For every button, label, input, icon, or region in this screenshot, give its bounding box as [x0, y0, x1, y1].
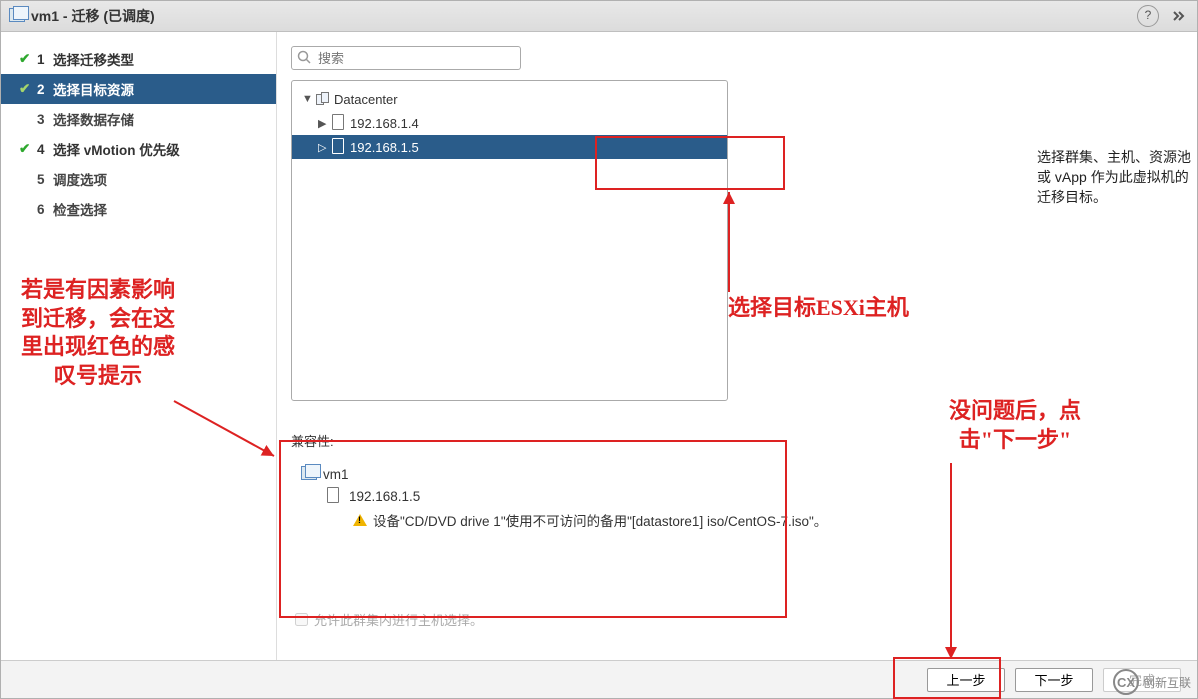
compat-warning-text: 设备"CD/DVD drive 1"使用不可访问的备用"[datastore1]… [373, 510, 827, 530]
compat-vm-name: vm1 [323, 467, 349, 482]
wizard-step-2[interactable]: ✔ 2 选择目标资源 [1, 74, 276, 104]
host-icon [332, 138, 350, 157]
compat-host-name: 192.168.1.5 [349, 489, 420, 504]
search-icon [297, 50, 311, 67]
page-instruction: 选择群集、主机、资源池或 vApp 作为此虚拟机的迁移目标。 [1037, 147, 1197, 207]
wizard-step-4[interactable]: ✔ 4 选择 vMotion 优先级 [1, 134, 276, 164]
next-button[interactable]: 下一步 [1015, 668, 1093, 692]
chevron-down-icon[interactable]: ▼ [302, 93, 316, 105]
tree-node-host[interactable]: ▶ 192.168.1.4 [292, 111, 727, 135]
checkmark-icon: ✔ [19, 51, 37, 67]
wizard-step-1[interactable]: ✔ 1 选择迁移类型 [1, 44, 276, 74]
checkmark-icon: ✔ [19, 81, 37, 97]
compatibility-title: 兼容性: [291, 431, 1177, 450]
back-button[interactable]: 上一步 [927, 668, 1005, 692]
tree-node-host[interactable]: ▷ 192.168.1.5 [292, 135, 727, 159]
tree-node-label: Datacenter [334, 92, 398, 107]
chevron-right-icon[interactable]: ▶ [318, 117, 332, 130]
compat-warning-row: 设备"CD/DVD drive 1"使用不可访问的备用"[datastore1]… [301, 510, 1165, 530]
window-title: vm1 - 迁移 (已调度) [31, 6, 155, 26]
wizard-steps-sidebar: ✔ 1 选择迁移类型 ✔ 2 选择目标资源 ✔ 3 选择数据存储 ✔ 4 选择 … [1, 32, 277, 660]
search-input[interactable] [291, 46, 521, 70]
chevron-right-icon[interactable]: ▷ [318, 141, 332, 154]
wizard-body: ✔ 1 选择迁移类型 ✔ 2 选择目标资源 ✔ 3 选择数据存储 ✔ 4 选择 … [1, 32, 1197, 660]
watermark-icon: CX [1113, 669, 1139, 695]
wizard-step-3[interactable]: ✔ 3 选择数据存储 [1, 104, 276, 134]
wizard-step-6[interactable]: ✔ 6 检查选择 [1, 194, 276, 224]
wizard-step-5[interactable]: ✔ 5 调度选项 [1, 164, 276, 194]
tree-node-datacenter[interactable]: ▼ Datacenter [292, 87, 727, 111]
warning-icon [353, 514, 367, 526]
watermark-text: 创新互联 [1143, 674, 1191, 691]
watermark: CX 创新互联 [1113, 669, 1191, 695]
compatibility-box: vm1 192.168.1.5 设备"CD/DVD drive 1"使用不可访问… [291, 454, 1175, 608]
wizard-footer: 上一步 下一步 完成 [1, 660, 1197, 698]
allow-host-selection-label: 允许此群集内进行主机选择。 [314, 610, 483, 629]
compat-host-row: 192.168.1.5 [301, 487, 1165, 506]
tree-node-label: 192.168.1.5 [350, 140, 419, 155]
datacenter-icon [316, 92, 334, 107]
help-button[interactable]: ? [1137, 5, 1159, 27]
titlebar: vm1 - 迁移 (已调度) ? [1, 1, 1197, 32]
allow-host-selection-row: 允许此群集内进行主机选择。 [291, 610, 1177, 629]
compat-vm-row: vm1 [301, 466, 1165, 483]
resource-tree-panel: ▼ Datacenter ▶ 192.168.1.4 ▷ 192.168.1.5 [291, 80, 728, 401]
checkmark-icon: ✔ [19, 141, 37, 157]
vm-icon [301, 466, 323, 483]
tree-node-label: 192.168.1.4 [350, 116, 419, 131]
search-field-wrap [291, 46, 521, 70]
expand-button[interactable] [1169, 6, 1189, 26]
host-icon [332, 114, 350, 133]
wizard-main-panel: ▼ Datacenter ▶ 192.168.1.4 ▷ 192.168.1.5… [277, 32, 1197, 660]
vm-icon [9, 8, 25, 24]
allow-host-selection-checkbox [295, 613, 308, 626]
migration-wizard-window: vm1 - 迁移 (已调度) ? ✔ 1 选择迁移类型 ✔ 2 选择目标资源 ✔… [0, 0, 1198, 699]
compatibility-section: 兼容性: vm1 192.168.1.5 设备"CD/DVD drive 1"使… [291, 431, 1177, 629]
host-icon [327, 487, 349, 506]
